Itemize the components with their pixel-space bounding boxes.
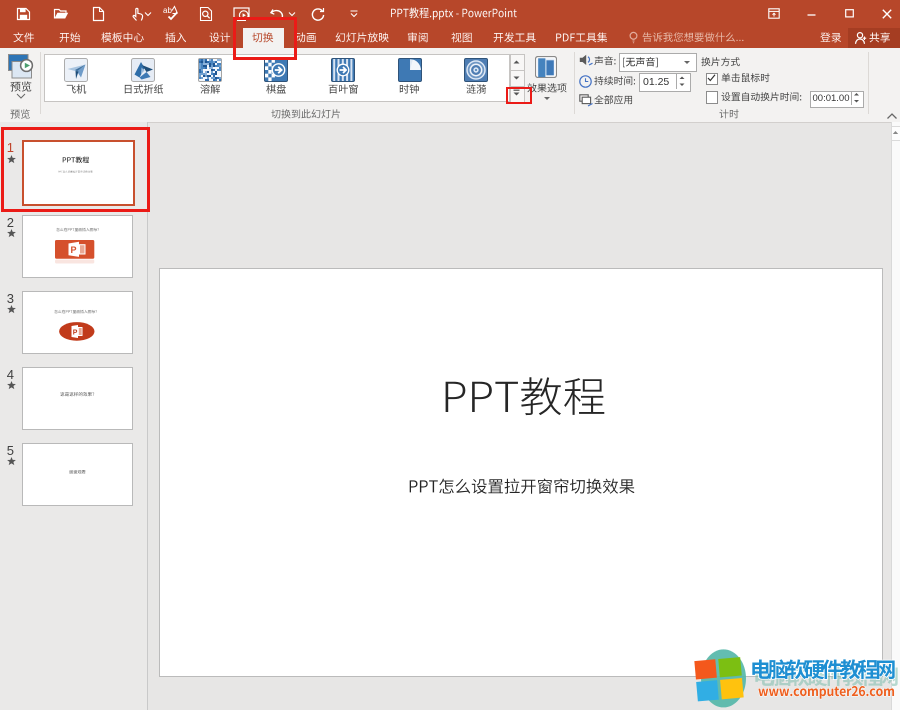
svg-text:P: P: [73, 329, 78, 336]
svg-text:ab: ab: [163, 6, 172, 15]
svg-text:P: P: [71, 245, 77, 255]
